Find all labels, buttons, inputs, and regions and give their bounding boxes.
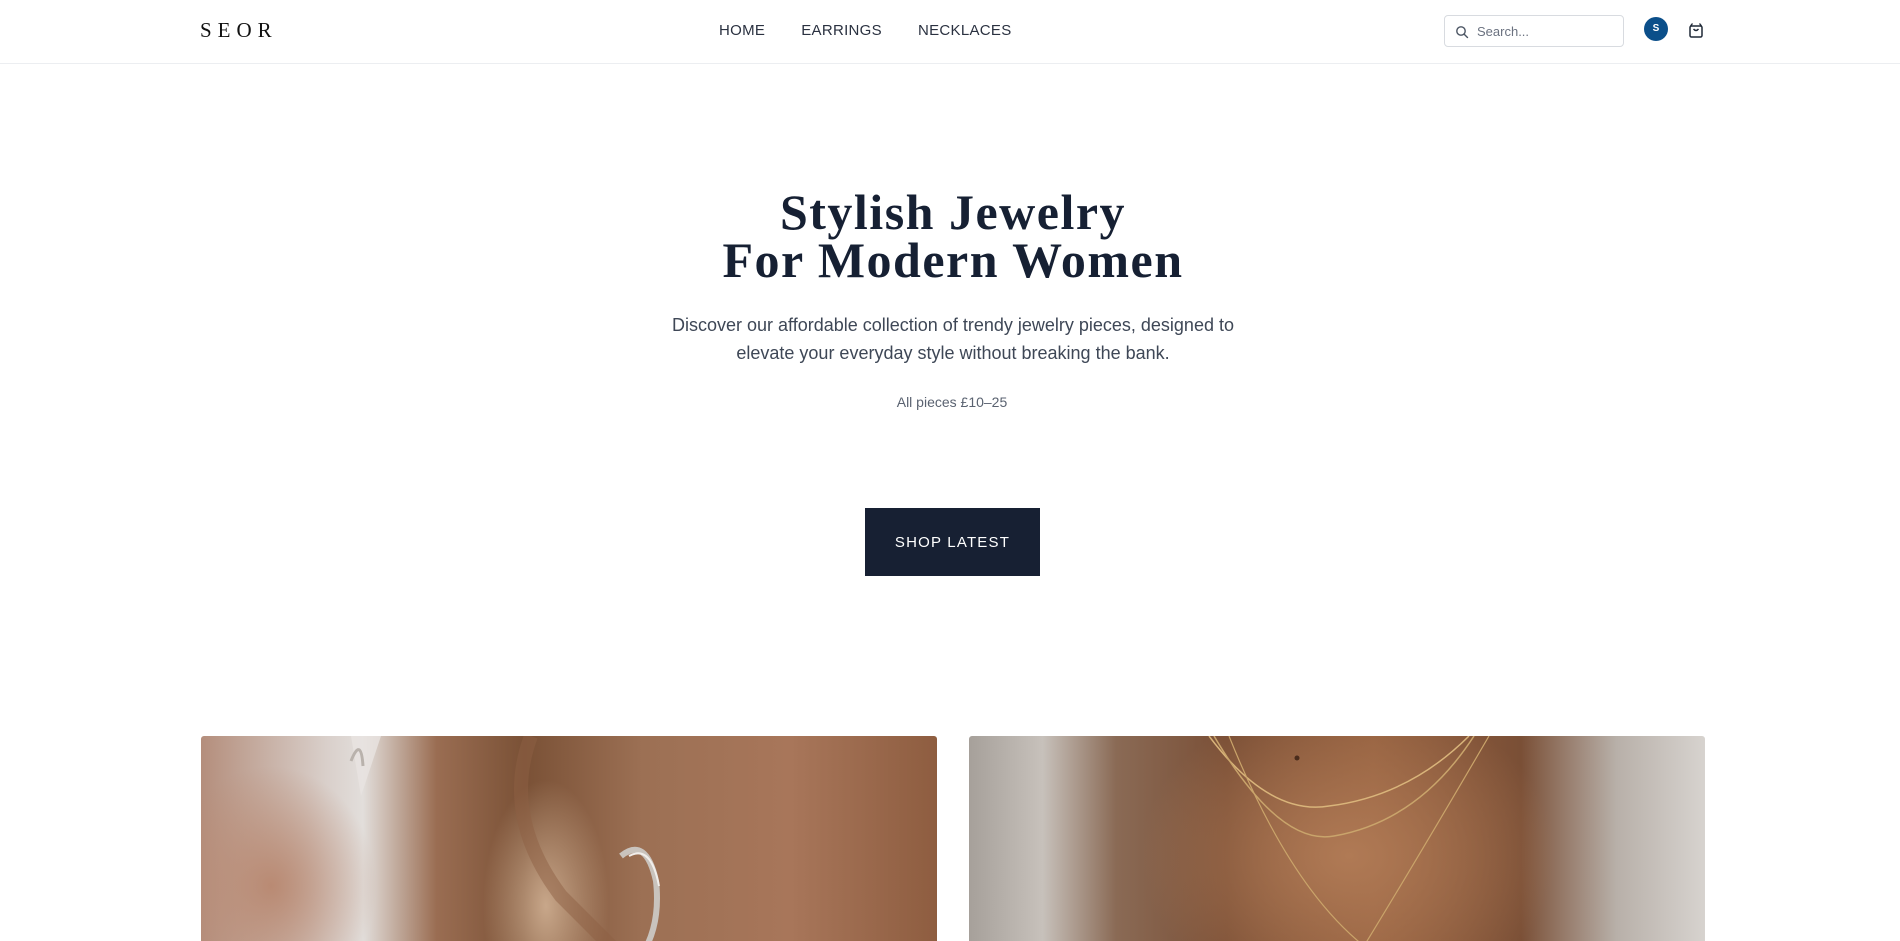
search-icon xyxy=(1456,26,1469,39)
main-nav: HOME EARRINGS NECKLACES xyxy=(719,22,1012,39)
nav-link-home[interactable]: HOME xyxy=(719,22,765,39)
search-box[interactable] xyxy=(1444,15,1624,47)
nav-link-necklaces[interactable]: NECKLACES xyxy=(918,22,1012,39)
site-logo[interactable]: SEOR xyxy=(200,18,278,43)
necklaces-photo-illustration xyxy=(1208,736,1490,941)
nav-link-earrings[interactable]: EARRINGS xyxy=(801,22,882,39)
necklaces-photo[interactable] xyxy=(969,736,1705,941)
price-range-note: All pieces £10–25 xyxy=(896,394,1008,410)
site-header: SEOR HOME EARRINGS NECKLACES S xyxy=(0,0,1900,64)
user-avatar[interactable]: S xyxy=(1644,17,1668,41)
hero-title: Stylish Jewelry For Modern Women xyxy=(0,184,1900,288)
hero-description: Discover our affordable collection of tr… xyxy=(672,315,1234,363)
hero-title-line1: Stylish Jewelry xyxy=(779,184,1127,240)
shopping-bag-icon[interactable] xyxy=(1687,21,1705,39)
shop-latest-button[interactable]: SHOP LATEST xyxy=(865,508,1040,576)
earrings-photo-illustration xyxy=(349,736,660,941)
hero-title-line2: For Modern Women xyxy=(722,232,1184,288)
earrings-photo[interactable] xyxy=(201,736,937,941)
hero-section: Stylish Jewelry For Modern Women Discove… xyxy=(0,64,1900,664)
search-input[interactable] xyxy=(1477,16,1617,46)
